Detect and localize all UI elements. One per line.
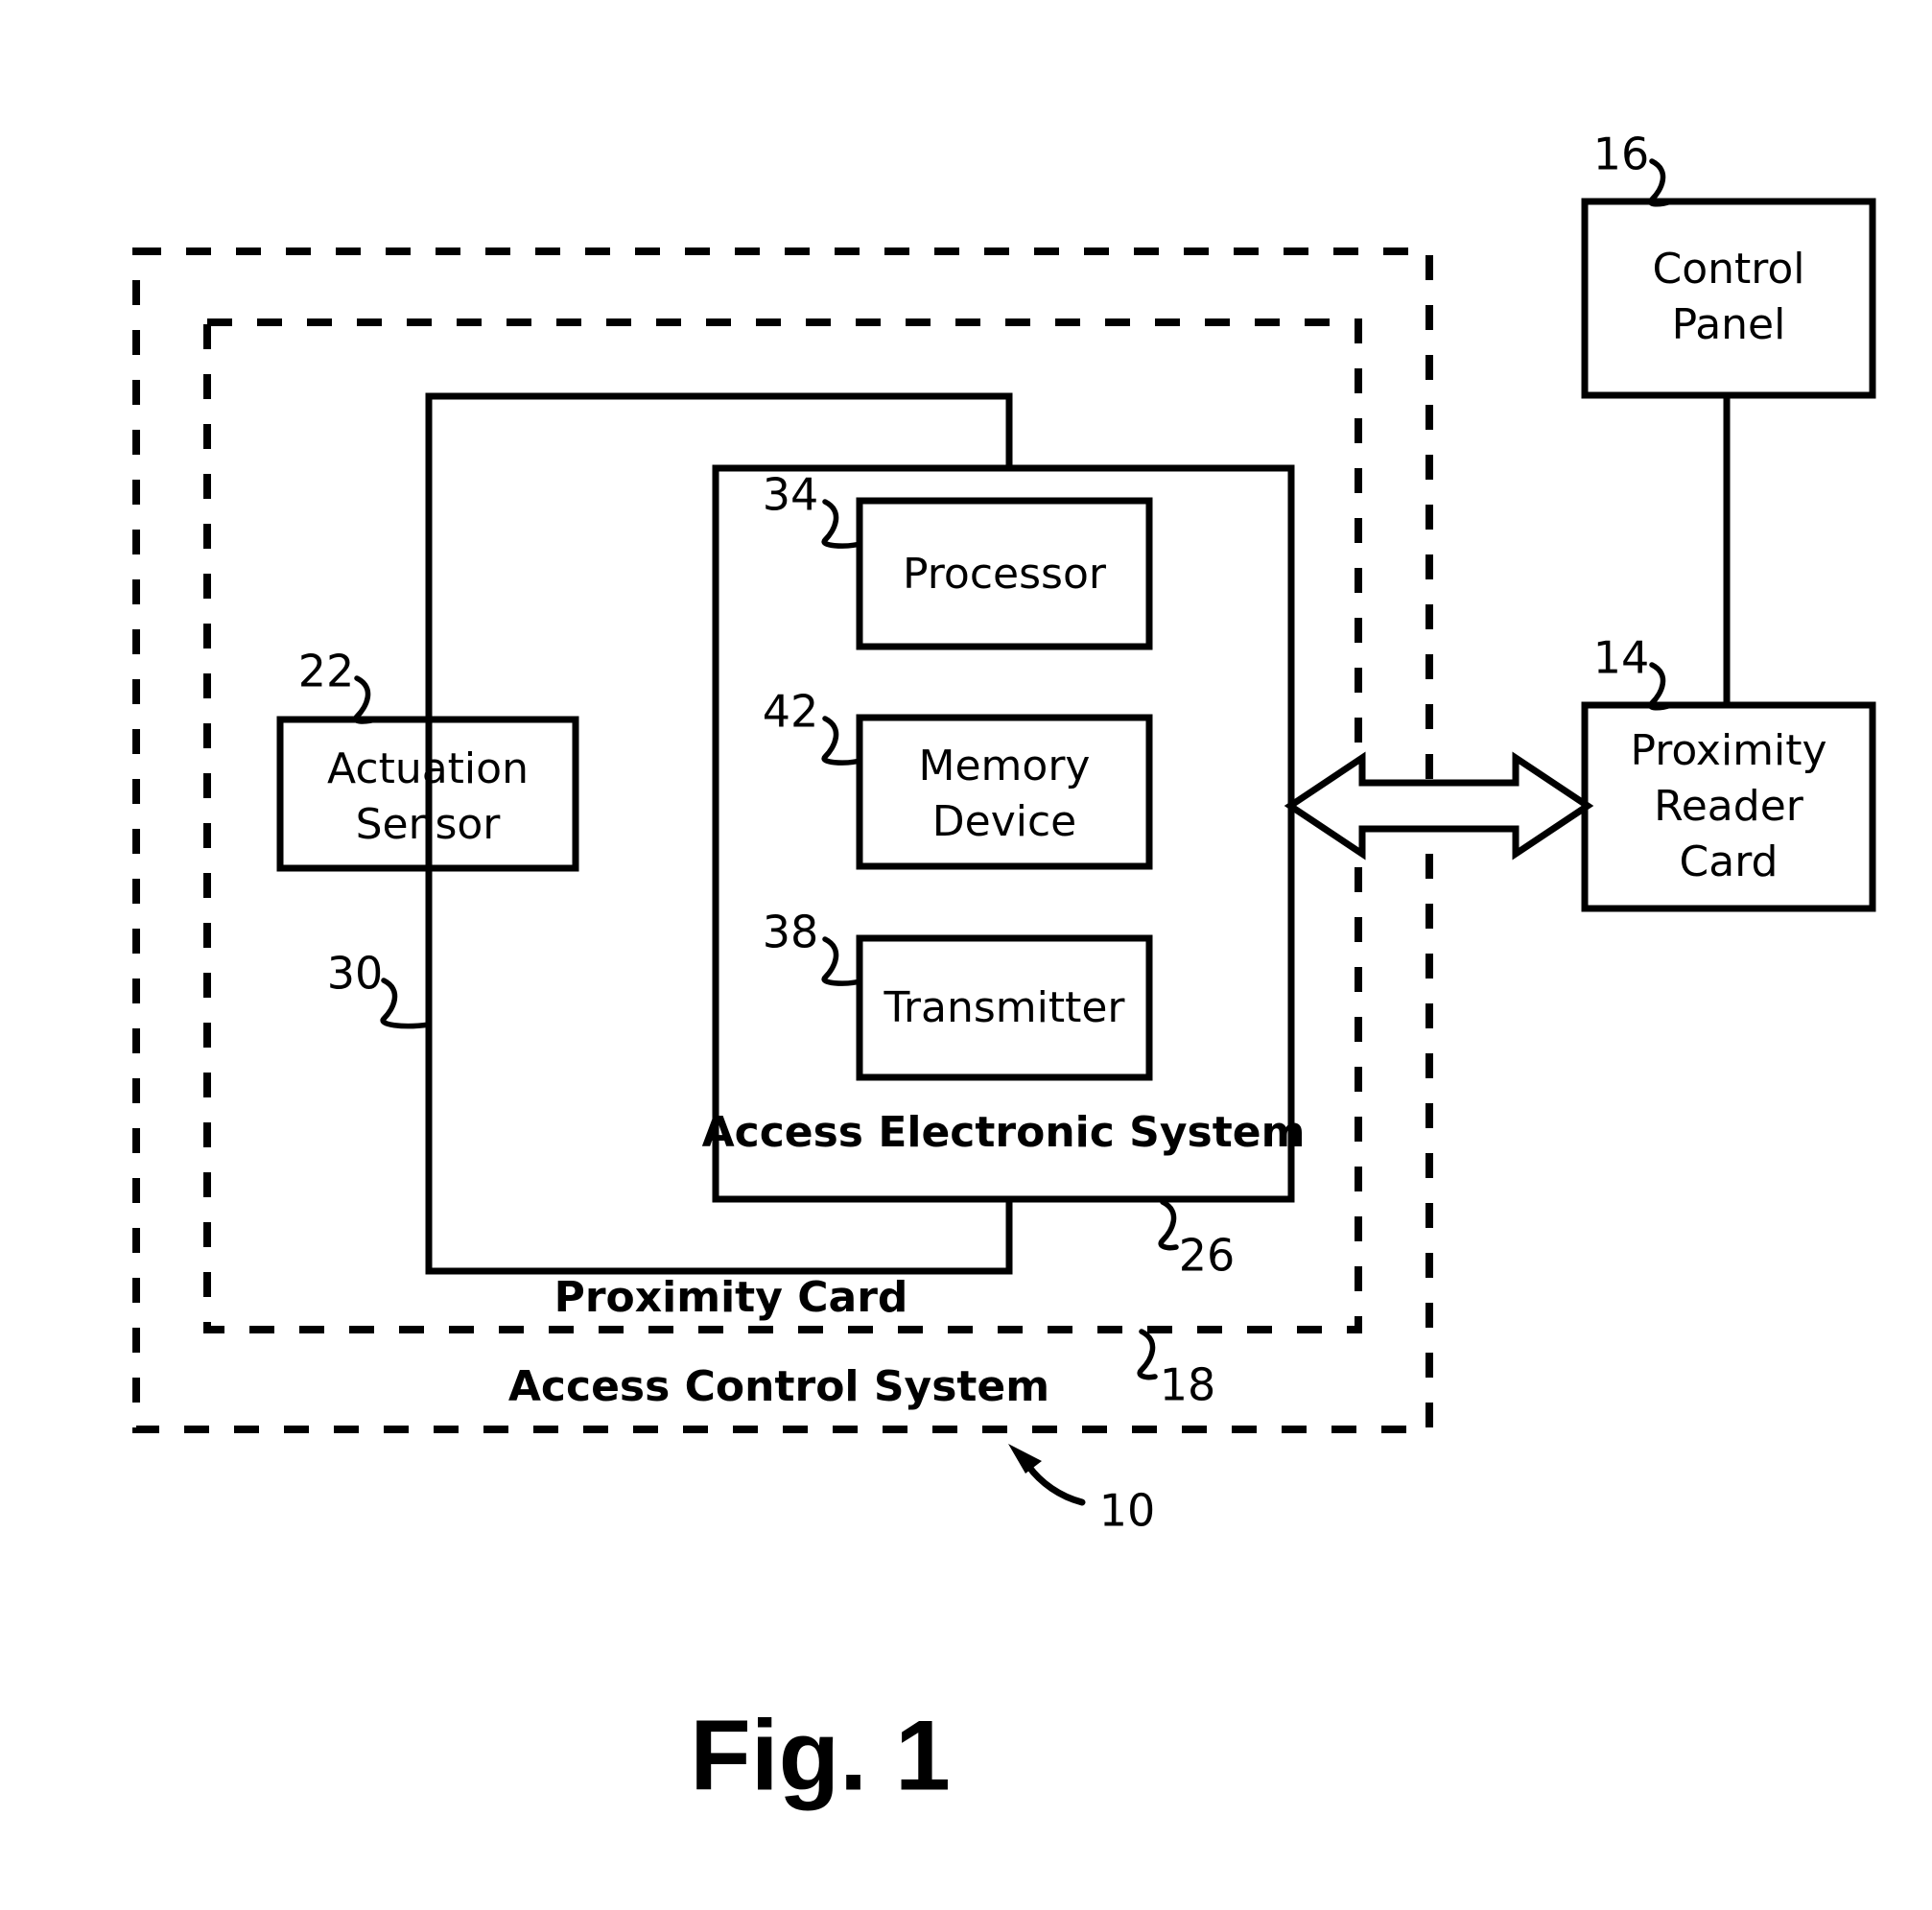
proximity-reader-card-label-line1: Proximity — [1630, 726, 1826, 775]
pointer-arrowhead-10 — [1008, 1444, 1042, 1474]
leader-line-16 — [1647, 158, 1674, 207]
pointer-tail-10 — [1025, 1462, 1086, 1506]
transmitter-label: Transmitter — [883, 983, 1125, 1032]
control-panel-box — [1581, 198, 1876, 399]
access-control-system-group-label: Access Control System — [508, 1362, 1049, 1411]
reference-numeral-10: 10 — [1099, 1485, 1156, 1537]
control-panel-label-line2: Panel — [1672, 300, 1786, 349]
bidirectional-communication-arrow — [1284, 751, 1594, 861]
leader-line-22 — [352, 675, 379, 724]
access-control-system-boundary — [132, 248, 1433, 1433]
leader-line-38 — [821, 936, 862, 986]
actuation-sensor-label-line1: Actuation — [327, 744, 529, 793]
leader-line-14 — [1647, 662, 1674, 711]
patent-diagram: Actuation Sensor 22 30 Access Electronic… — [132, 129, 1876, 1811]
reference-numeral-18: 18 — [1160, 1359, 1216, 1411]
leader-line-26 — [1158, 1199, 1179, 1251]
access-electronic-system-label: Access Electronic System — [702, 1108, 1306, 1157]
proximity-reader-card-label-line2: Reader — [1654, 782, 1804, 831]
reference-numeral-38: 38 — [763, 907, 819, 958]
memory-device-label-line1: Memory — [919, 742, 1091, 790]
leader-line-18 — [1137, 1329, 1158, 1380]
reference-numeral-16: 16 — [1593, 129, 1650, 180]
reference-numeral-22: 22 — [298, 646, 355, 697]
reference-numeral-14: 14 — [1593, 632, 1650, 684]
leader-line-30 — [380, 978, 432, 1029]
reference-numeral-34: 34 — [763, 469, 819, 521]
memory-device-label-line2: Device — [932, 797, 1076, 846]
reference-numeral-42: 42 — [763, 686, 819, 738]
processor-label: Processor — [903, 550, 1107, 599]
actuation-sensor-label-line2: Sensor — [356, 800, 502, 849]
proximity-card-group-label: Proximity Card — [554, 1273, 908, 1322]
reference-numeral-26: 26 — [1179, 1230, 1236, 1282]
figure-root: Actuation Sensor 22 30 Access Electronic… — [0, 0, 1932, 1910]
figure-caption: Fig. 1 — [690, 1700, 951, 1811]
proximity-reader-card-label-line3: Card — [1680, 837, 1779, 886]
control-panel-label-line1: Control — [1652, 245, 1804, 294]
reference-numeral-30: 30 — [327, 948, 384, 1000]
leader-line-42 — [821, 716, 862, 766]
leader-line-34 — [821, 499, 862, 549]
